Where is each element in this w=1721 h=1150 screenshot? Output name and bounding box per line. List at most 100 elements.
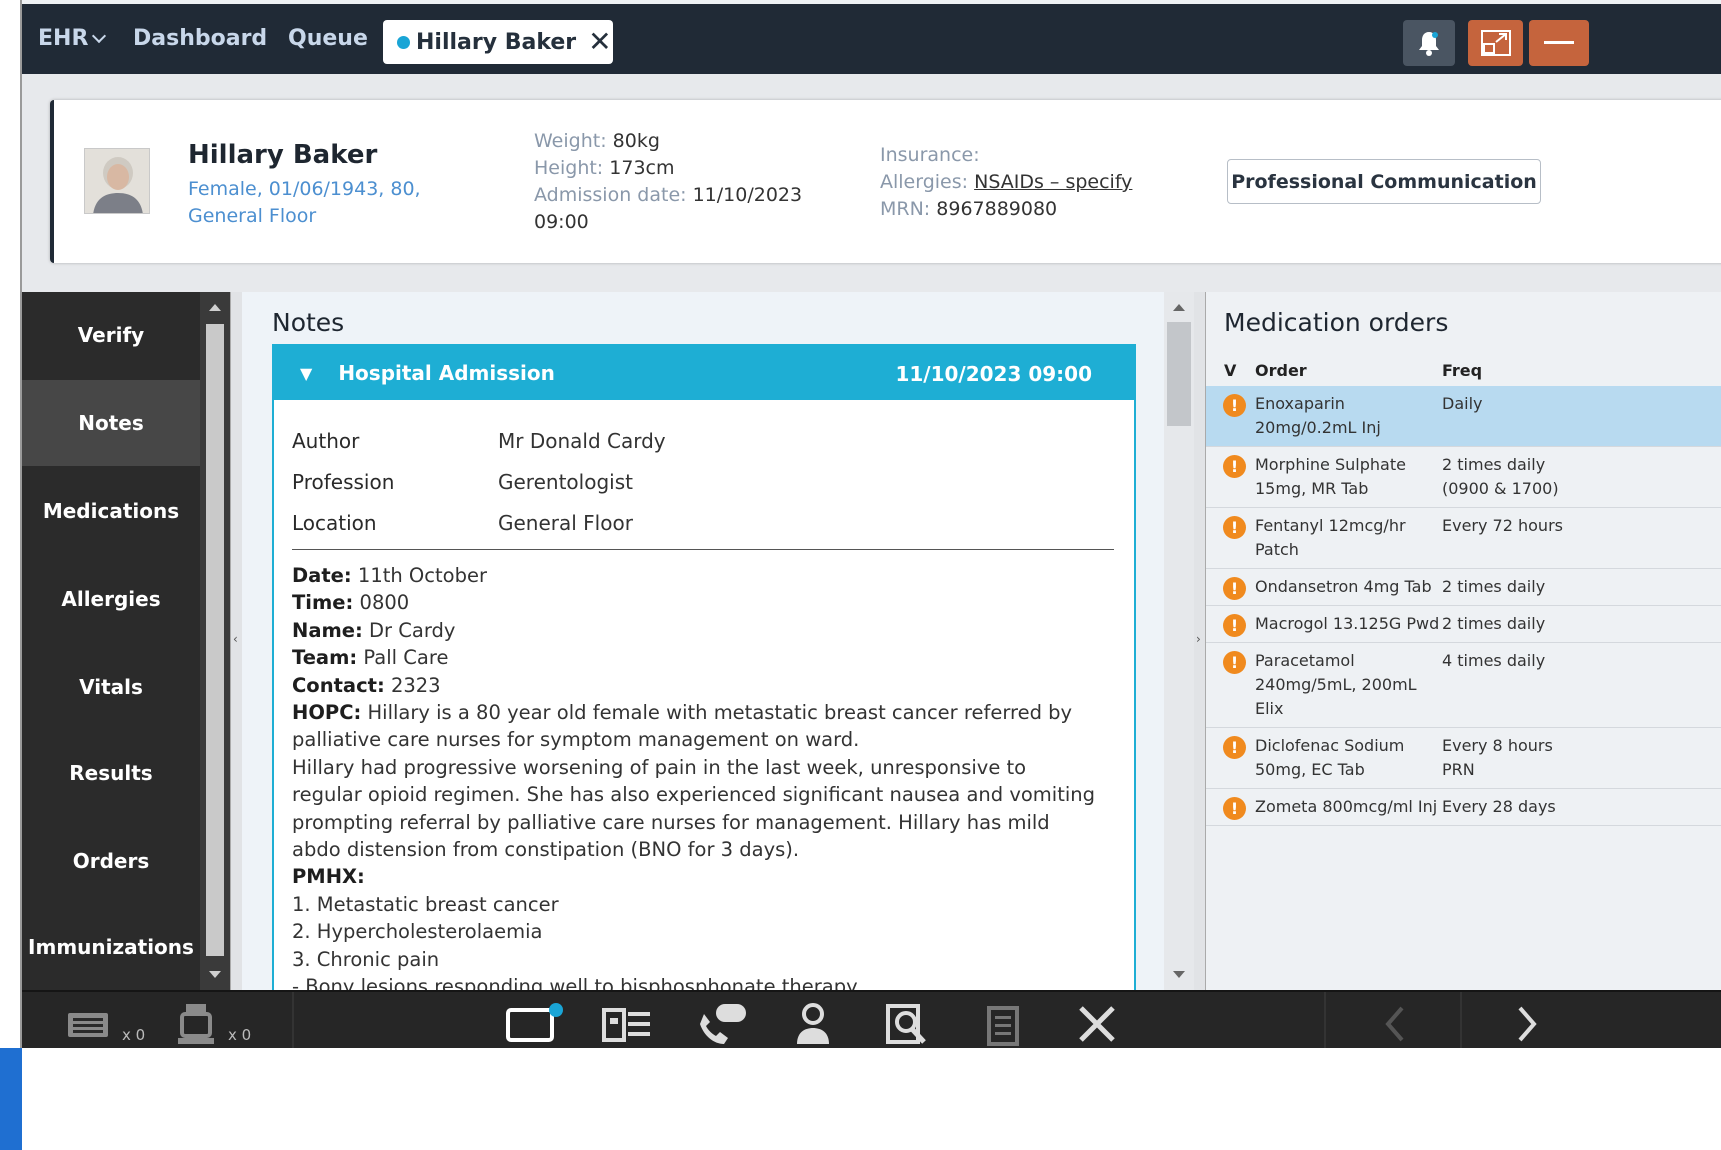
dashboard-link[interactable]: Dashboard <box>133 26 267 51</box>
medication-order: Morphine Sulphate 15mg, MR Tab <box>1255 455 1406 498</box>
patient-admin-summary: Insurance: Allergies: NSAIDs – specify M… <box>880 142 1170 223</box>
sidebar-item-verify[interactable]: Verify <box>22 292 200 378</box>
status-dot-icon <box>397 35 410 49</box>
sidebar-item-medications[interactable]: Medications <box>22 468 200 554</box>
pmhx-item: - Bony lesions responding well to bispho… <box>292 975 858 990</box>
chevron-down-icon <box>92 28 107 44</box>
print-tray-button[interactable] <box>172 1002 220 1046</box>
medication-row[interactable]: ! Zometa 800mcg/ml Inj Every 28 days <box>1206 789 1721 826</box>
right-panel-splitter[interactable]: › <box>1194 292 1206 990</box>
sidebar-item-vitals[interactable]: Vitals <box>22 644 200 730</box>
search-document-icon <box>886 1004 926 1044</box>
collapse-triangle-icon: ▼ <box>300 363 313 383</box>
expand-icon <box>1480 30 1511 56</box>
next-button[interactable] <box>1508 1002 1548 1046</box>
meta-value: Gerentologist <box>498 469 633 494</box>
minimize-button[interactable] <box>1529 20 1589 66</box>
medication-row[interactable]: ! Paracetamol 240mg/5mL, 200mL Elix 4 ti… <box>1206 643 1721 728</box>
scroll-up-icon[interactable] <box>209 304 221 311</box>
previous-button[interactable] <box>1374 1002 1414 1046</box>
medication-row[interactable]: ! Ondansetron 4mg Tab 2 times daily <box>1206 569 1721 606</box>
medication-row[interactable]: ! Enoxaparin 20mg/0.2mL Inj Daily <box>1206 386 1721 447</box>
medication-row[interactable]: ! Fentanyl 12mcg/hr Patch Every 72 hours <box>1206 508 1721 569</box>
close-icon <box>1079 1006 1115 1042</box>
ehr-menu[interactable]: EHR <box>38 26 107 51</box>
medication-order: Macrogol 13.125G Pwd <box>1255 614 1440 633</box>
column-header-freq: Freq <box>1442 361 1483 380</box>
scroll-down-icon[interactable] <box>209 971 221 978</box>
print-count: x 0 <box>228 1026 252 1044</box>
clipboard-button[interactable] <box>978 1002 1028 1046</box>
sidebar-item-immunizations[interactable]: Immunizations <box>22 904 200 990</box>
height-label: Height: <box>534 157 604 179</box>
meta-key: Author <box>292 428 360 453</box>
patient-header-card: Hillary Baker Female, 01/06/1943, 80, Ge… <box>50 100 1721 263</box>
sidebar-item-results[interactable]: Results <box>22 730 200 816</box>
scrollbar-thumb[interactable] <box>206 324 224 956</box>
search-records-button[interactable] <box>880 1002 936 1046</box>
patient-tab[interactable]: Hillary Baker ✕ <box>383 20 613 64</box>
patient-button[interactable] <box>788 1002 838 1046</box>
time-value: 0800 <box>359 591 410 615</box>
time-label: Time: <box>292 591 354 615</box>
medication-order: Diclofenac Sodium 50mg, EC Tab <box>1255 736 1405 779</box>
pmhx-label: PMHX: <box>292 865 365 889</box>
medication-freq: Every 28 days <box>1442 797 1556 816</box>
printer-icon <box>178 1004 214 1044</box>
date-label: Date: <box>292 564 352 587</box>
ehr-app-window: EHR Dashboard Queue Hillary Baker ✕ Hill… <box>22 0 1721 1048</box>
patient-vitals-summary: Weight: 80kg Height: 173cm Admission dat… <box>534 128 814 236</box>
queue-link[interactable]: Queue <box>288 26 368 51</box>
medication-row[interactable]: ! Macrogol 13.125G Pwd 2 times daily <box>1206 606 1721 643</box>
tray-icon <box>68 1013 108 1037</box>
scroll-down-icon[interactable] <box>1173 971 1185 978</box>
mrn-value: 8967889080 <box>936 198 1058 220</box>
meta-key: Location <box>292 510 377 535</box>
side-navigation: Verify Notes Medications Allergies Vital… <box>22 292 200 990</box>
meta-row-profession: Profession Gerentologist <box>292 461 1114 502</box>
weight-value: 80kg <box>612 130 660 152</box>
monitor-notification-icon <box>506 1003 563 1042</box>
insurance-label: Insurance: <box>880 144 980 166</box>
pmhx-item: 2. Hypercholesterolaemia <box>292 920 543 944</box>
note-header[interactable]: ▼ Hospital Admission 11/10/2023 09:00 <box>274 346 1134 400</box>
chevron-left-icon: ‹ <box>233 632 238 646</box>
notes-panel: Notes ▼ Hospital Admission 11/10/2023 09… <box>242 292 1164 990</box>
screen-button[interactable] <box>504 1002 564 1046</box>
sidebar-item-orders[interactable]: Orders <box>22 818 200 904</box>
height-value: 173cm <box>609 157 675 179</box>
medication-table-header: V Order Freq <box>1206 356 1721 386</box>
desktop-taskbar-corner <box>0 1048 22 1150</box>
hopc-label: HOPC: <box>292 701 362 725</box>
scrollbar-thumb[interactable] <box>1167 322 1191 426</box>
note-title: Hospital Admission <box>338 361 555 385</box>
toolbar-divider <box>1460 992 1462 1048</box>
notifications-button[interactable] <box>1403 20 1455 66</box>
hopc-continued: Hillary had progressive worsening of pai… <box>292 755 1096 862</box>
meta-row-location: Location General Floor <box>292 502 1114 543</box>
queue-tray-button[interactable] <box>64 1002 112 1046</box>
chevron-left-icon <box>1385 1006 1404 1042</box>
call-button[interactable] <box>692 1002 752 1046</box>
left-panel-splitter[interactable]: ‹ <box>230 292 242 990</box>
sidebar-scrollbar[interactable] <box>200 292 230 990</box>
medication-row[interactable]: ! Morphine Sulphate 15mg, MR Tab 2 times… <box>1206 447 1721 508</box>
notes-title: Notes <box>272 308 345 337</box>
bell-icon <box>1419 32 1439 56</box>
close-tab-icon[interactable]: ✕ <box>588 28 611 56</box>
medication-row[interactable]: ! Diclofenac Sodium 50mg, EC Tab Every 8… <box>1206 728 1721 789</box>
expand-button[interactable] <box>1468 20 1523 66</box>
records-icon <box>602 1008 650 1042</box>
records-button[interactable] <box>598 1002 658 1046</box>
medication-order: Ondansetron 4mg Tab <box>1255 577 1432 596</box>
contact-label: Contact: <box>292 673 385 697</box>
sidebar-item-notes[interactable]: Notes <box>22 380 200 466</box>
hopc-text: Hillary is a 80 year old female with met… <box>292 701 1073 752</box>
allergies-link[interactable]: NSAIDs – specify <box>974 171 1132 193</box>
notes-scrollbar[interactable] <box>1164 292 1194 990</box>
meta-value: General Floor <box>498 510 633 535</box>
close-patient-button[interactable] <box>1072 1002 1122 1046</box>
professional-communication-button[interactable]: Professional Communication <box>1227 159 1541 204</box>
scroll-up-icon[interactable] <box>1173 304 1185 311</box>
sidebar-item-allergies[interactable]: Allergies <box>22 556 200 642</box>
